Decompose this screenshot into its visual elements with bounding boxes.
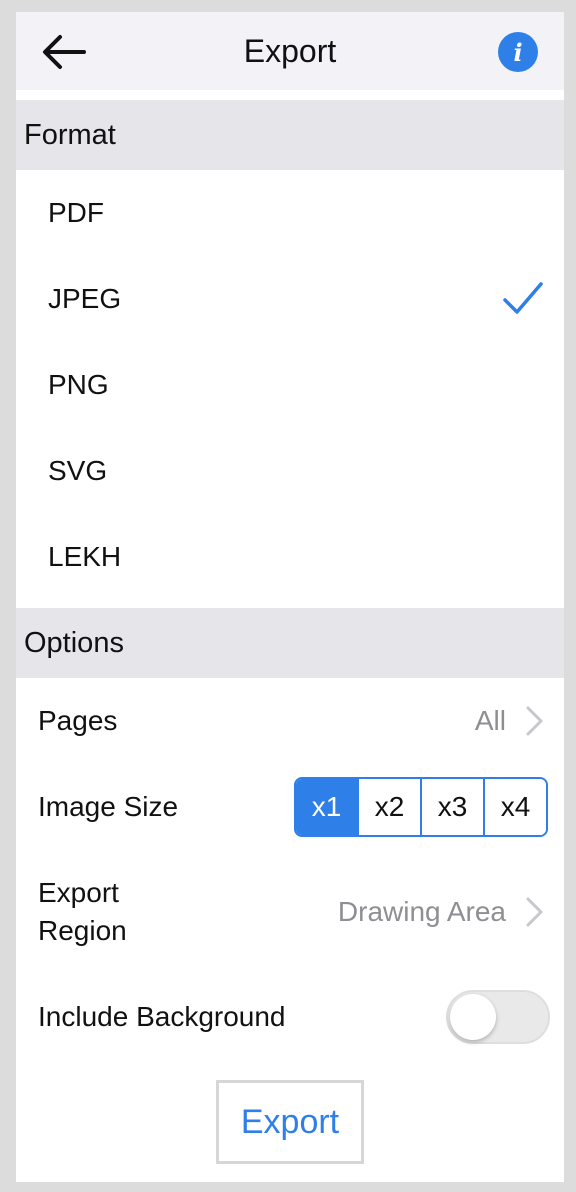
include-background-toggle[interactable]	[446, 990, 550, 1044]
format-item-svg[interactable]: SVG	[16, 428, 564, 514]
format-item-label: LEKH	[48, 541, 122, 572]
export-region-value: Drawing Area	[337, 896, 506, 927]
toggle-knob	[450, 994, 496, 1040]
arrow-left-icon	[43, 35, 86, 69]
format-item-label: PNG	[48, 369, 109, 400]
info-icon: i	[513, 37, 523, 67]
format-item-pdf[interactable]: PDF	[16, 170, 564, 256]
export-region-label: Export Region	[38, 877, 127, 946]
format-item-lekh[interactable]: LEKH	[16, 514, 564, 600]
pages-value: All	[474, 705, 506, 736]
chevron-right-icon	[526, 706, 543, 736]
export-button[interactable]: Export	[216, 1080, 364, 1164]
page-title: Export	[243, 32, 337, 69]
chevron-right-icon	[526, 897, 543, 927]
image-size-x2[interactable]: x2	[357, 779, 420, 835]
checkmark-icon	[503, 282, 543, 314]
options-section-header: Options	[16, 608, 564, 678]
format-item-png[interactable]: PNG	[16, 342, 564, 428]
image-size-label: Image Size	[38, 791, 179, 822]
image-size-x4[interactable]: x4	[483, 779, 546, 835]
export-panel: Export i Format PDF JPEG PNG SVG LEKH Op…	[16, 12, 564, 1182]
image-size-x1[interactable]: x1	[296, 779, 357, 835]
format-section-header: Format	[16, 100, 564, 170]
format-item-label: JPEG	[48, 283, 122, 314]
format-item-label: SVG	[48, 455, 108, 486]
pages-label: Pages	[38, 705, 118, 736]
info-button[interactable]: i	[498, 32, 538, 72]
back-button[interactable]	[40, 32, 88, 72]
format-item-jpeg[interactable]: JPEG	[16, 256, 564, 342]
image-size-x3[interactable]: x3	[420, 779, 483, 835]
pages-row[interactable]: Pages All	[16, 678, 564, 764]
nav-header: Export i	[16, 12, 564, 90]
export-region-row[interactable]: Export Region Drawing Area	[16, 852, 564, 972]
include-background-label: Include Background	[38, 1001, 286, 1032]
image-size-segmented-control: x1 x2 x3 x4	[294, 777, 548, 837]
format-item-label: PDF	[48, 197, 104, 228]
